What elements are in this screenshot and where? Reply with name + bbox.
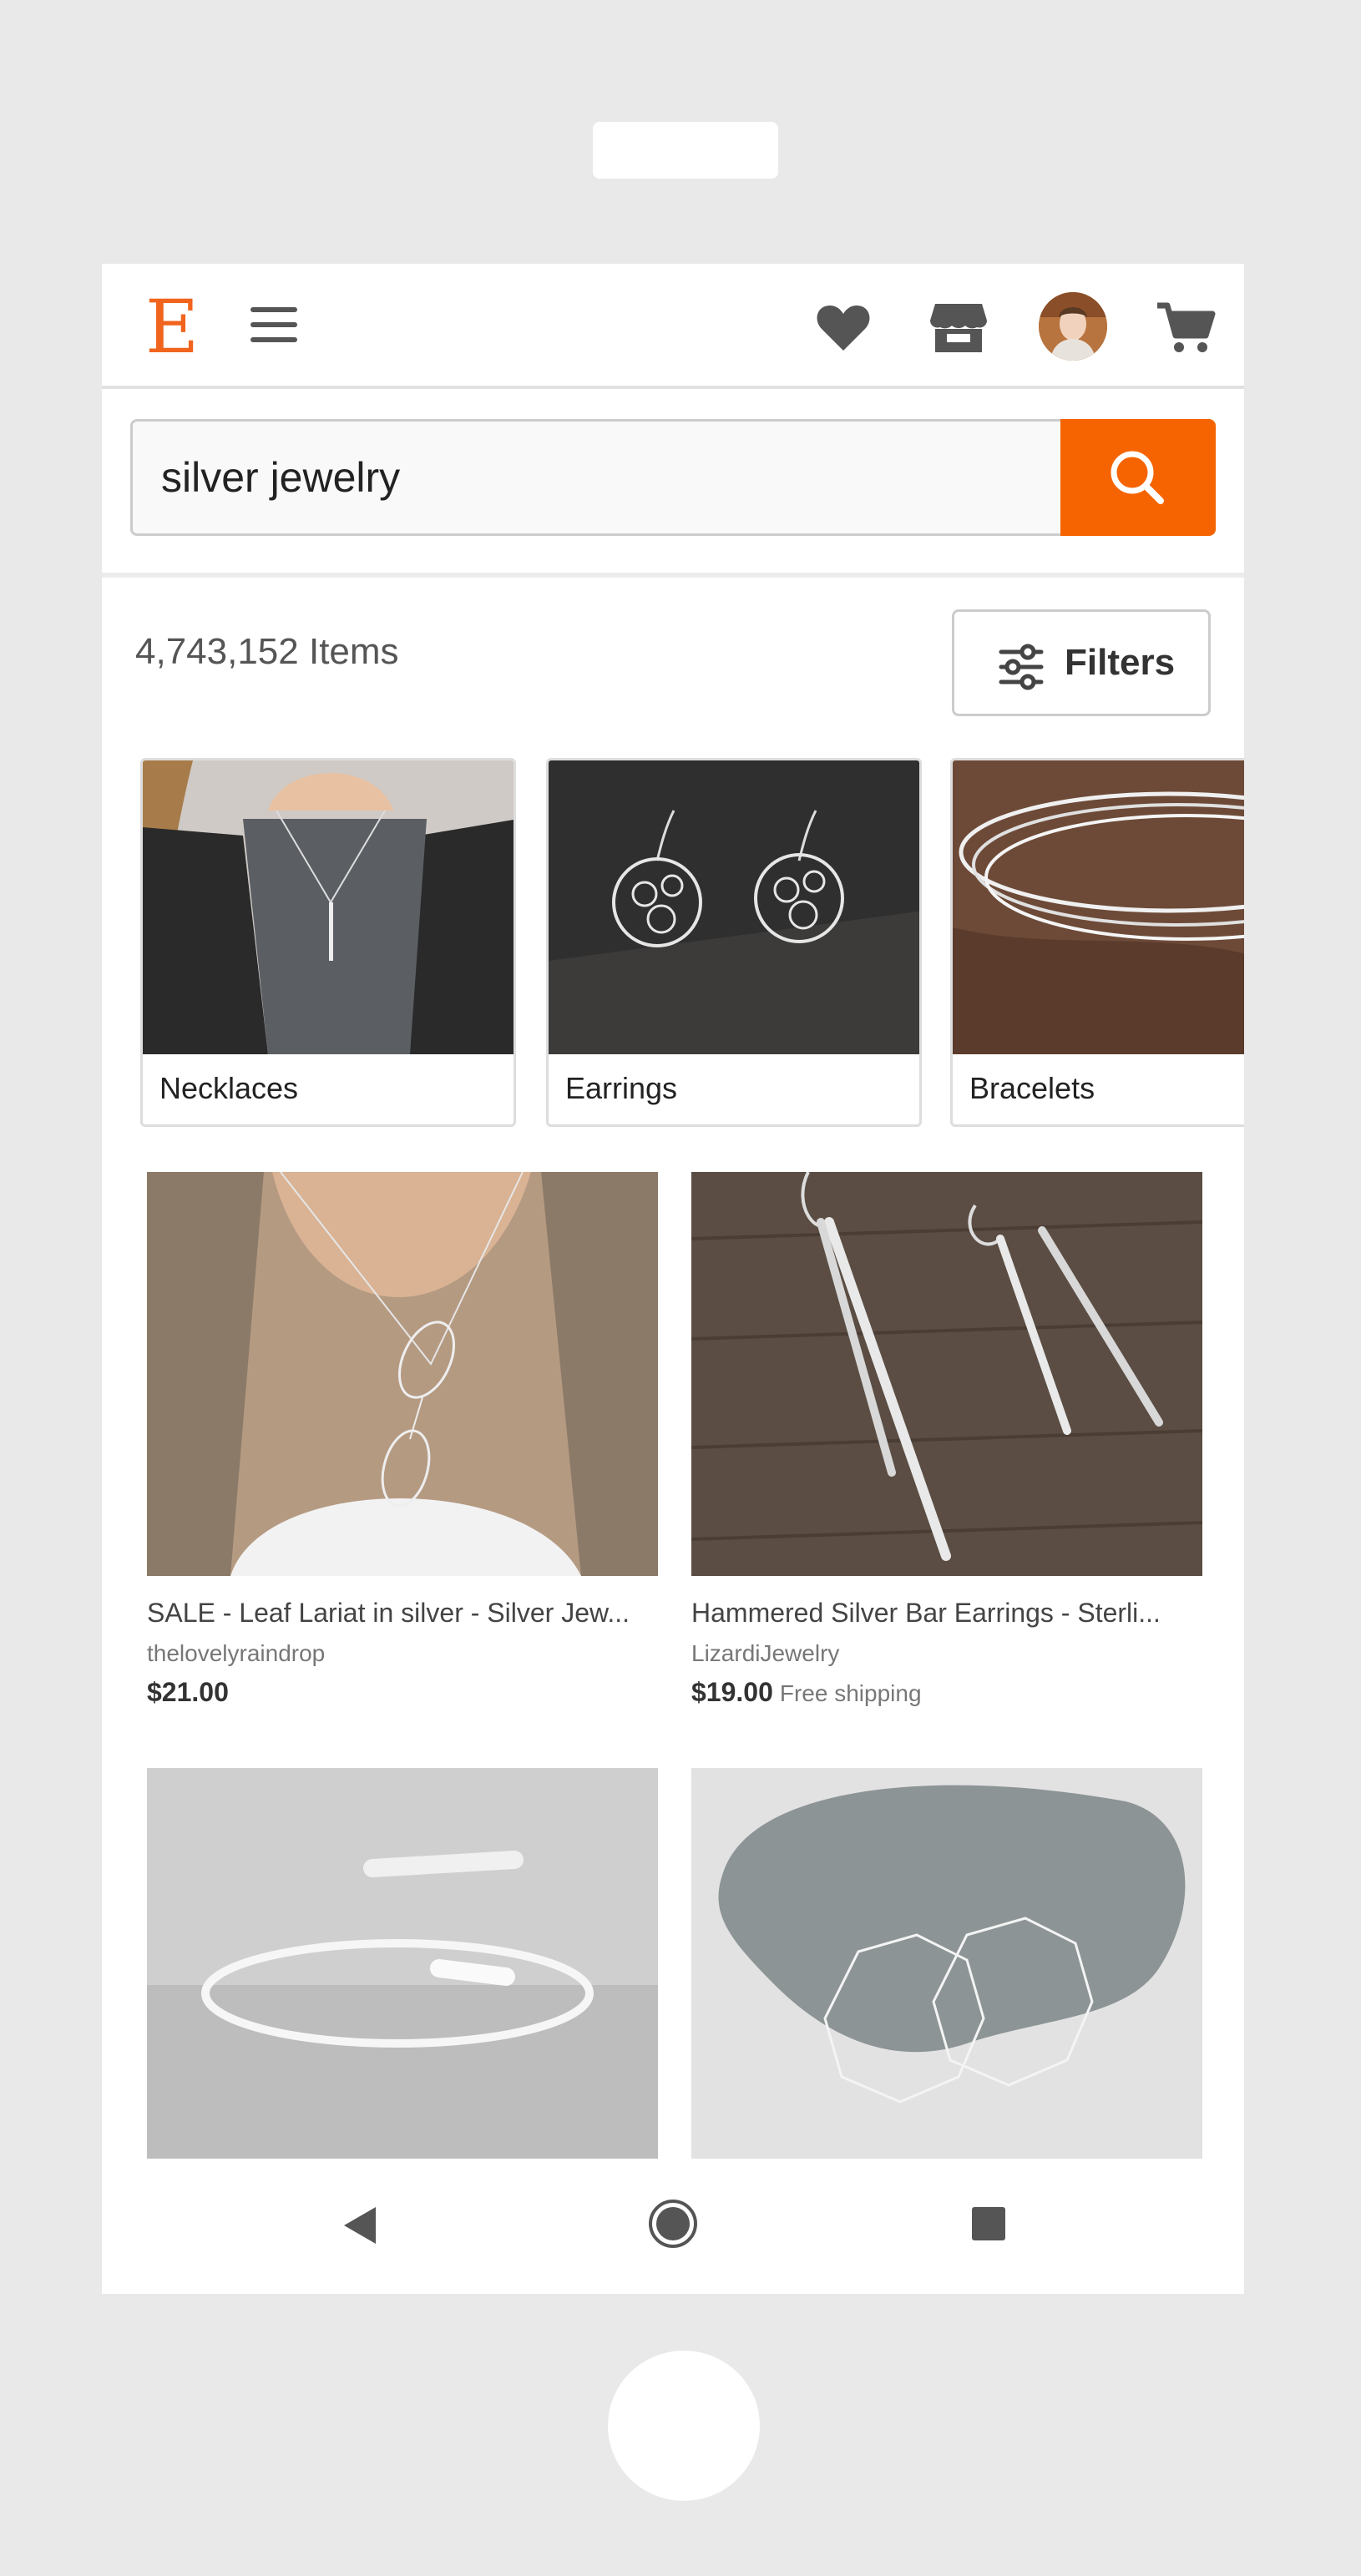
search-bar [102, 392, 1244, 578]
app-header: E [102, 264, 1244, 389]
filters-label: Filters [1065, 642, 1176, 683]
avatar[interactable] [1039, 292, 1107, 361]
listing-title[interactable]: Hammered Silver Bar Earrings - Sterli... [691, 1598, 1202, 1629]
hamburger-menu-icon[interactable] [250, 302, 297, 349]
listing-image [691, 1768, 1202, 2160]
filters-button[interactable]: Filters [952, 609, 1211, 716]
home-icon[interactable] [646, 2197, 700, 2250]
heart-icon[interactable] [813, 297, 873, 357]
sliders-icon [999, 644, 1044, 690]
search-input[interactable] [130, 419, 1079, 536]
shop-icon[interactable] [928, 297, 989, 357]
phone-screen: E silver jewelry 4,743,152 Items Filters… [102, 264, 1244, 2294]
results-count: 4,743,152 Items [135, 631, 399, 672]
listing-card[interactable]: SALE - Leaf Lariat in silver - Silver Je… [147, 1172, 658, 1708]
listing-card[interactable]: Hammered Silver Bar Earrings - Sterli...… [691, 1172, 1202, 1708]
back-icon[interactable] [336, 2202, 382, 2249]
category-card-earrings[interactable]: Earrings [546, 758, 922, 1127]
cart-icon[interactable] [1156, 297, 1216, 357]
bracelets-photo [953, 760, 1244, 1054]
listing-image [147, 1768, 658, 2160]
listing-price: $19.00 Free shipping [691, 1677, 1202, 1708]
search-icon [1111, 451, 1164, 504]
listing-shop[interactable]: thelovelyraindrop [147, 1640, 658, 1667]
category-label: Bracelets [969, 1071, 1095, 1105]
listing-shop[interactable]: LizardiJewelry [691, 1640, 1202, 1667]
etsy-logo[interactable]: E [145, 285, 199, 369]
price-value: $21.00 [147, 1677, 229, 1707]
listing-image [147, 1172, 658, 1576]
phone-home-button[interactable] [608, 2351, 760, 2501]
listing-price: $21.00 [147, 1677, 658, 1708]
listing-image [691, 1172, 1202, 1576]
category-label: Necklaces [159, 1071, 299, 1105]
category-card-necklaces[interactable]: Necklaces [140, 758, 516, 1127]
phone-speaker [593, 122, 778, 179]
recents-icon[interactable] [970, 2205, 1007, 2242]
necklace-photo [143, 760, 514, 1054]
category-label: Earrings [565, 1071, 678, 1105]
listing-card[interactable] [147, 1768, 658, 2182]
listing-card[interactable] [691, 1768, 1202, 2182]
shipping-note: Free shipping [779, 1680, 922, 1706]
category-card-bracelets[interactable]: Bracelets [950, 758, 1244, 1127]
listing-title[interactable]: SALE - Leaf Lariat in silver - Silver Je… [147, 1598, 658, 1629]
earrings-photo [549, 760, 919, 1054]
search-button[interactable] [1060, 419, 1216, 536]
price-value: $19.00 [691, 1677, 773, 1707]
android-nav-bar [102, 2159, 1244, 2294]
